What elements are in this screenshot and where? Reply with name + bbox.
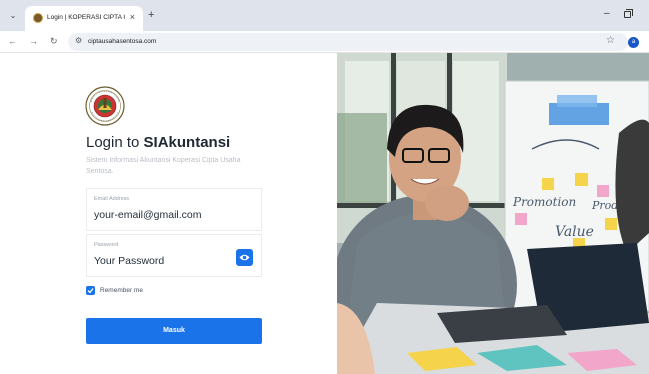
remember-me-checkbox[interactable] (86, 286, 95, 295)
browser-tabstrip: ⌄ Login | KOPERASI CIPTA USAHA × + – (0, 0, 649, 31)
koperasi-logo (85, 86, 125, 126)
tab-search-chevron-icon[interactable]: ⌄ (6, 9, 20, 23)
close-tab-icon[interactable]: × (130, 12, 135, 22)
remember-me-label[interactable]: Remember me (100, 287, 143, 294)
page-title: Login to SIAkuntansi (86, 134, 231, 151)
whiteboard-word-3: Value (555, 224, 594, 240)
login-submit-button[interactable]: Masuk (86, 318, 262, 344)
login-panel: Login to SIAkuntansi Sistem Informasi Ak… (0, 53, 337, 374)
address-bar[interactable]: ⚙ ciptausahasentosa.com (68, 33, 628, 51)
password-field[interactable]: Password Your Password (86, 234, 262, 277)
password-input[interactable]: Your Password (94, 255, 164, 267)
page-content: Login to SIAkuntansi Sistem Informasi Ak… (0, 53, 649, 374)
password-label: Password (94, 242, 119, 248)
email-label: Email Address (94, 196, 130, 202)
browser-toolbar: ← → ↻ ⚙ ciptausahasentosa.com ☆ a (0, 31, 649, 53)
forward-icon[interactable]: → (29, 35, 38, 47)
restore-icon[interactable] (624, 11, 631, 18)
whiteboard-word-1: Promotion (512, 195, 576, 209)
url-text[interactable]: ciptausahasentosa.com (88, 38, 156, 45)
bookmark-star-icon[interactable]: ☆ (606, 35, 615, 47)
eye-icon (239, 254, 250, 261)
site-info-icon[interactable]: ⚙ (75, 36, 82, 45)
office-team-photo: Promotion Product Value (337, 53, 649, 374)
tab-title: Login | KOPERASI CIPTA USAHA (47, 14, 125, 21)
email-field[interactable]: Email Address your-email@gmail.com (86, 188, 262, 231)
reload-icon[interactable]: ↻ (50, 35, 58, 47)
minimize-icon[interactable]: – (604, 8, 610, 19)
profile-avatar[interactable]: a (628, 37, 639, 48)
back-icon[interactable]: ← (8, 35, 17, 47)
favicon-icon (33, 13, 43, 23)
show-password-button[interactable] (236, 249, 253, 266)
app-name: SIAkuntansi (143, 134, 231, 151)
page-subtitle: Sistem Informasi Akuntansi Koperasi Cipt… (86, 157, 241, 175)
checkmark-icon (87, 288, 94, 294)
new-tab-button[interactable]: + (148, 9, 154, 21)
browser-tab[interactable]: Login | KOPERASI CIPTA USAHA × (25, 6, 143, 31)
email-input[interactable]: your-email@gmail.com (94, 209, 202, 221)
